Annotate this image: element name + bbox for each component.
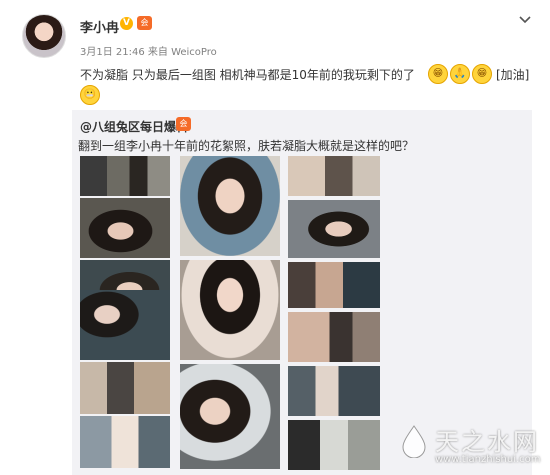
- photo-thumbnail[interactable]: [288, 420, 380, 470]
- photo-thumbnail[interactable]: [80, 198, 170, 258]
- cheer-text: [加油]: [496, 67, 530, 82]
- watermark-url: www.tianzhishui.com: [435, 454, 541, 465]
- watermark-title: 天之水网: [435, 428, 539, 456]
- photo-thumbnail[interactable]: [80, 156, 170, 196]
- post-meta[interactable]: 3月1日 21:46 来自 WeicoPro: [80, 43, 217, 58]
- site-watermark: 天之水网 www.tianzhishui.com: [395, 420, 545, 470]
- avatar[interactable]: [22, 14, 66, 58]
- photo-thumbnail[interactable]: [80, 416, 170, 468]
- pray-emoji-icon: 🙏: [450, 64, 470, 84]
- weibo-card: 李小冉 V 会 3月1日 21:46 来自 WeicoPro 不为凝脂 只为最后…: [0, 0, 550, 475]
- photo-thumbnail[interactable]: [180, 156, 280, 256]
- photo-thumbnail[interactable]: [288, 312, 380, 362]
- photo-thumbnail[interactable]: [180, 260, 280, 360]
- post-text: 不为凝脂 只为最后一组图 相机神马都是10年前的我玩剩下的了: [80, 68, 415, 82]
- emoji-group: 😁 🙏 😁 [加油]: [428, 64, 529, 84]
- verified-icon: V: [120, 17, 133, 30]
- photo-thumbnail[interactable]: [80, 362, 170, 414]
- repost-source-link[interactable]: @八组兔区每日爆料: [80, 118, 188, 135]
- photo-thumbnail[interactable]: [180, 364, 280, 469]
- grin-emoji-icon: 😁: [428, 64, 448, 84]
- photo-thumbnail[interactable]: [288, 200, 380, 258]
- photo-thumbnail[interactable]: [288, 366, 380, 416]
- water-drop-icon: [402, 425, 426, 458]
- member-icon[interactable]: 会: [137, 16, 152, 30]
- repost-text: 翻到一组李小冉十年前的花絮照，肤若凝脂大概就是这样的吧？: [78, 139, 415, 153]
- chevron-down-icon[interactable]: [518, 14, 532, 28]
- photo-thumbnail[interactable]: [80, 290, 170, 360]
- member-icon: 会: [176, 117, 191, 131]
- photo-thumbnail[interactable]: [288, 156, 380, 196]
- grin-emoji-icon: 😁: [472, 64, 492, 84]
- photo-thumbnail[interactable]: [288, 262, 380, 308]
- grimace-emoji-icon: 😬: [80, 85, 100, 105]
- username[interactable]: 李小冉: [80, 17, 119, 36]
